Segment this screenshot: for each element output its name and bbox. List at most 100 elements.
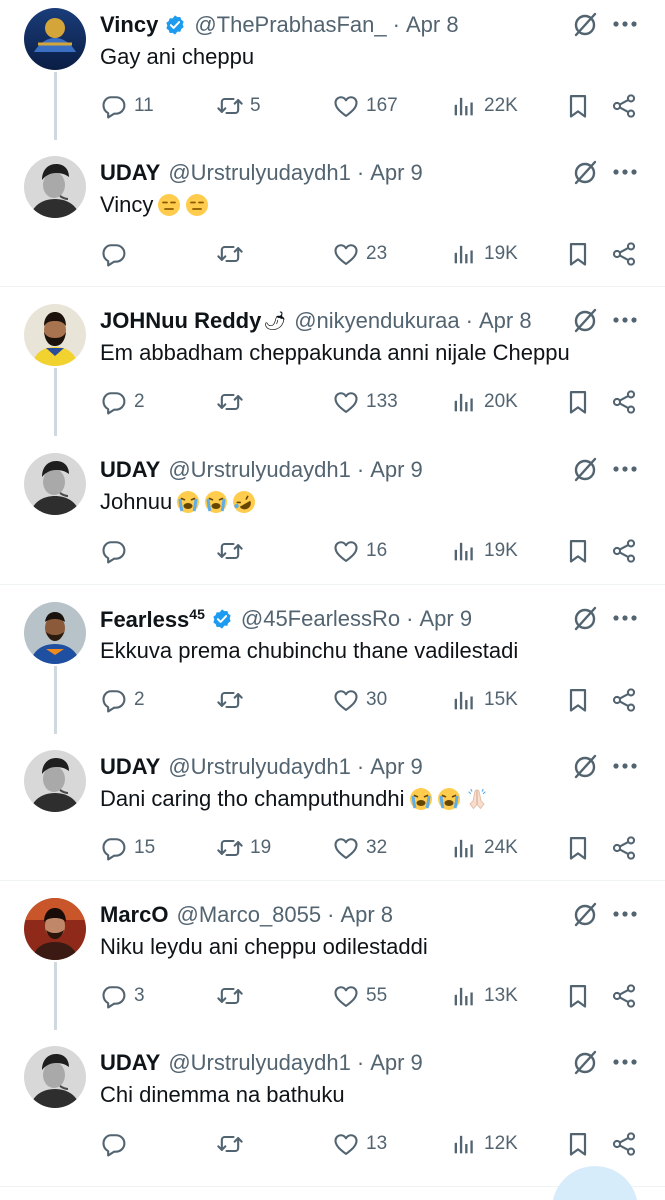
repost-button[interactable] <box>216 381 250 423</box>
grok-icon[interactable] <box>570 604 600 634</box>
author-handle[interactable]: @Urstrulyudaydh1 <box>168 754 351 780</box>
grok-icon[interactable] <box>570 158 600 188</box>
bookmark-button[interactable] <box>564 679 592 721</box>
author-name[interactable]: MarcO <box>100 902 168 928</box>
bookmark-button[interactable] <box>564 975 592 1017</box>
more-options-icon[interactable] <box>611 900 639 928</box>
avatar[interactable] <box>24 750 86 812</box>
avatar[interactable] <box>24 8 86 70</box>
views-button[interactable]: 20K <box>450 381 518 423</box>
grok-icon[interactable] <box>570 900 600 930</box>
like-button[interactable]: 13 <box>332 1123 387 1165</box>
grok-icon[interactable] <box>570 10 600 40</box>
reply-button[interactable] <box>100 233 134 275</box>
author-handle[interactable]: @Urstrulyudaydh1 <box>168 457 351 483</box>
author-handle[interactable]: @nikyendukuraa <box>294 308 459 334</box>
tweet[interactable]: UDAY @Urstrulyudaydh1 · Apr 9 Johnuu 16 19K <box>0 445 665 593</box>
author-name[interactable]: UDAY <box>100 1050 160 1076</box>
views-button[interactable]: 19K <box>450 233 518 275</box>
share-button[interactable] <box>610 530 638 572</box>
author-name[interactable]: UDAY <box>100 160 160 186</box>
views-button[interactable]: 12K <box>450 1123 518 1165</box>
like-button[interactable]: 30 <box>332 679 387 721</box>
views-button[interactable]: 15K <box>450 679 518 721</box>
tweet[interactable]: UDAY @Urstrulyudaydh1 · Apr 9 Dani caring th… <box>0 742 665 890</box>
avatar[interactable] <box>24 602 86 664</box>
tweet-date[interactable]: Apr 8 <box>340 902 393 928</box>
tweet-date[interactable]: Apr 8 <box>479 308 532 334</box>
like-button[interactable]: 23 <box>332 233 387 275</box>
author-handle[interactable]: @ThePrabhasFan_ <box>194 12 386 38</box>
views-button[interactable]: 13K <box>450 975 518 1017</box>
tweet-date[interactable]: Apr 8 <box>406 12 459 38</box>
reply-button[interactable]: 15 <box>100 827 155 869</box>
grok-icon[interactable] <box>570 1048 600 1078</box>
author-handle[interactable]: @Urstrulyudaydh1 <box>168 160 351 186</box>
like-button[interactable]: 133 <box>332 381 398 423</box>
views-button[interactable]: 22K <box>450 85 518 127</box>
repost-button[interactable] <box>216 1123 250 1165</box>
tweet[interactable]: UDAY @Urstrulyudaydh1 · Apr 9 Chi dinemma na… <box>0 1038 665 1186</box>
repost-button[interactable] <box>216 233 250 275</box>
avatar[interactable] <box>24 898 86 960</box>
reply-button[interactable]: 2 <box>100 381 145 423</box>
author-name[interactable]: JOHNuu Reddy <box>100 308 261 334</box>
views-button[interactable]: 19K <box>450 530 518 572</box>
like-button[interactable]: 55 <box>332 975 387 1017</box>
share-button[interactable] <box>610 827 638 869</box>
grok-icon[interactable] <box>570 752 600 782</box>
reply-button[interactable]: 11 <box>100 85 154 127</box>
tweet[interactable]: MarcO @Marco_8055 · Apr 8 Niku leydu ani che… <box>0 890 665 1038</box>
tweet-date[interactable]: Apr 9 <box>370 160 423 186</box>
bookmark-button[interactable] <box>564 1123 592 1165</box>
tweet-date[interactable]: Apr 9 <box>370 1050 423 1076</box>
share-button[interactable] <box>610 85 638 127</box>
tweet-date[interactable]: Apr 9 <box>370 457 423 483</box>
tweet[interactable]: Fearless45 @45FearlessRo · Apr 9 Ekkuva prem… <box>0 594 665 742</box>
like-button[interactable]: 16 <box>332 530 387 572</box>
more-options-icon[interactable] <box>611 158 639 186</box>
repost-button[interactable]: 19 <box>216 827 271 869</box>
tweet[interactable]: Vincy @ThePrabhasFan_ · Apr 8 Gay ani cheppu… <box>0 0 665 148</box>
share-button[interactable] <box>610 975 638 1017</box>
author-handle[interactable]: @45FearlessRo <box>241 606 400 632</box>
more-options-icon[interactable] <box>611 10 639 38</box>
more-options-icon[interactable] <box>611 306 639 334</box>
reply-button[interactable] <box>100 1123 134 1165</box>
avatar[interactable] <box>24 156 86 218</box>
views-button[interactable]: 24K <box>450 827 518 869</box>
author-name[interactable]: Vincy <box>100 12 158 38</box>
repost-button[interactable] <box>216 530 250 572</box>
tweet-date[interactable]: Apr 9 <box>370 754 423 780</box>
reply-button[interactable]: 3 <box>100 975 145 1017</box>
repost-button[interactable] <box>216 975 250 1017</box>
bookmark-button[interactable] <box>564 233 592 275</box>
avatar[interactable] <box>24 453 86 515</box>
more-options-icon[interactable] <box>611 1048 639 1076</box>
author-handle[interactable]: @Urstrulyudaydh1 <box>168 1050 351 1076</box>
tweet-date[interactable]: Apr 9 <box>420 606 473 632</box>
tweet[interactable]: UDAY @Urstrulyudaydh1 · Apr 9 Vincy 23 19K <box>0 148 665 296</box>
more-options-icon[interactable] <box>611 455 639 483</box>
avatar[interactable] <box>24 1046 86 1108</box>
repost-button[interactable] <box>216 679 250 721</box>
share-button[interactable] <box>610 679 638 721</box>
author-name[interactable]: UDAY <box>100 754 160 780</box>
author-name[interactable]: UDAY <box>100 457 160 483</box>
more-options-icon[interactable] <box>611 604 639 632</box>
grok-icon[interactable] <box>570 455 600 485</box>
share-button[interactable] <box>610 233 638 275</box>
share-button[interactable] <box>610 381 638 423</box>
grok-icon[interactable] <box>570 306 600 336</box>
more-options-icon[interactable] <box>611 752 639 780</box>
author-handle[interactable]: @Marco_8055 <box>176 902 321 928</box>
bookmark-button[interactable] <box>564 381 592 423</box>
bookmark-button[interactable] <box>564 530 592 572</box>
tweet[interactable]: JOHNuu Reddy 🌶 @nikyendukuraa · Apr 8 Em abba… <box>0 296 665 444</box>
reply-button[interactable] <box>100 530 134 572</box>
like-button[interactable]: 167 <box>332 85 398 127</box>
reply-button[interactable]: 2 <box>100 679 145 721</box>
bookmark-button[interactable] <box>564 85 592 127</box>
avatar[interactable] <box>24 304 86 366</box>
author-name[interactable]: Fearless45 <box>100 606 205 633</box>
